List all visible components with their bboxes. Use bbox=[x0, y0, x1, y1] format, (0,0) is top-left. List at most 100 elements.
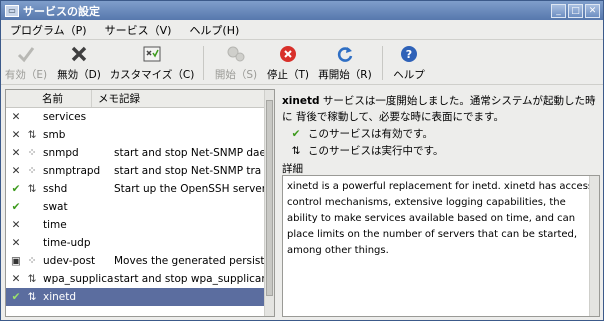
minimize-icon[interactable]: _ bbox=[551, 3, 566, 18]
details-text: xinetd is a powerful replacement for ine… bbox=[287, 181, 594, 256]
service-name-cell: time-udp bbox=[43, 237, 91, 249]
list-scrollbar-thumb[interactable] bbox=[266, 100, 273, 296]
close-icon[interactable]: ✕ bbox=[585, 3, 600, 18]
description-text: サービスは一度開始しました。通常システムが起動した時に 背後で稼動して、必要な時… bbox=[282, 95, 596, 123]
running-arrows-icon: ⇅ bbox=[27, 273, 37, 285]
running-arrows-icon: ⇅ bbox=[27, 183, 37, 195]
stop-icon bbox=[278, 44, 298, 64]
x-mark-icon: ✕ bbox=[11, 129, 21, 141]
service-name-cell: snmpd bbox=[43, 147, 79, 159]
service-name-cell: smb bbox=[43, 129, 66, 141]
refresh-icon bbox=[335, 44, 355, 64]
list-header: 名前 メモ記録 bbox=[6, 90, 274, 108]
column-header-name[interactable]: 名前 bbox=[6, 90, 92, 107]
maximize-icon[interactable]: □ bbox=[568, 3, 583, 18]
help-button[interactable]: ? ヘルプ bbox=[389, 41, 429, 85]
disable-button[interactable]: 無効（D) bbox=[51, 41, 107, 85]
service-name: xinetd bbox=[282, 95, 320, 107]
list-rows: ✕ services ✕ ⇅ smb ✕ ⁘ snmpd start and stop Net-… bbox=[6, 108, 274, 306]
list-scrollbar[interactable] bbox=[264, 90, 274, 316]
table-row[interactable]: ✕ ⇅ wpa_supplicantstart and stop wpa_suppl… bbox=[6, 270, 274, 288]
enabled-status-text: このサービスは有効です。 bbox=[308, 128, 433, 140]
details-scrollbar[interactable] bbox=[589, 176, 599, 316]
customize-icon: ▣ bbox=[11, 255, 21, 267]
enabled-status: ✔ このサービスは有効です。 bbox=[282, 125, 600, 142]
start-label: 開始（S) bbox=[214, 69, 258, 81]
table-row[interactable]: ✕ time-udp bbox=[6, 234, 274, 252]
details-text-box[interactable]: xinetd is a powerful replacement for ine… bbox=[282, 175, 600, 317]
x-mark-icon bbox=[69, 44, 89, 64]
help-label: ヘルプ bbox=[393, 69, 425, 81]
window-menu-icon[interactable]: ▭ bbox=[5, 4, 19, 17]
column-header-memo[interactable]: メモ記録 bbox=[92, 91, 140, 106]
help-icon: ? bbox=[399, 44, 419, 64]
service-description: xinetd サービスは一度開始しました。通常システムが起動した時に 背後で稼動… bbox=[282, 89, 600, 125]
service-name-cell: udev-post bbox=[43, 255, 96, 267]
menu-help[interactable]: ヘルプ(H) bbox=[180, 22, 248, 38]
pane-divider[interactable] bbox=[277, 89, 280, 317]
table-row[interactable]: ✕ ⇅ smb bbox=[6, 126, 274, 144]
running-arrows-icon: ⇅ bbox=[27, 129, 37, 141]
table-row[interactable]: ✕ ⁘ snmptrapd start and stop Net-SNMP tra bbox=[6, 162, 274, 180]
x-mark-icon: ✕ bbox=[11, 147, 21, 159]
svg-text:?: ? bbox=[406, 48, 412, 61]
table-row[interactable]: ✔ ⇅ xinetd bbox=[6, 288, 274, 306]
x-mark-icon: ✕ bbox=[11, 237, 21, 249]
running-arrows-icon: ⇅ bbox=[291, 144, 301, 157]
table-row[interactable]: ✕ ⁘ snmpd start and stop Net-SNMP dae bbox=[6, 144, 274, 162]
service-name-cell: xinetd bbox=[43, 291, 77, 303]
enable-label: 有効（E) bbox=[4, 69, 48, 81]
details-label: 詳細 bbox=[282, 163, 303, 175]
table-row[interactable]: ✔ ⇅ sshd Start up the OpenSSH server c bbox=[6, 180, 274, 198]
stopped-icon: ⁘ bbox=[27, 147, 37, 159]
start-button[interactable]: 開始（S) bbox=[210, 41, 262, 85]
x-mark-icon: ✕ bbox=[11, 219, 21, 231]
enable-button[interactable]: 有効（E) bbox=[1, 41, 51, 85]
service-name-cell: wpa_supplicant bbox=[43, 273, 114, 285]
customize-label: カスタマイズ（C) bbox=[109, 69, 195, 81]
service-list: 名前 メモ記録 ✕ services ✕ ⇅ smb ✕ ⁘ snmpd start and s… bbox=[5, 89, 275, 317]
service-memo-cell: start and stop Net-SNMP dae bbox=[114, 147, 266, 159]
running-status-text: このサービスは実行中です。 bbox=[308, 145, 444, 157]
checkmark-icon: ✔ bbox=[11, 291, 21, 303]
x-mark-icon: ✕ bbox=[11, 273, 21, 285]
checkmark-icon: ✔ bbox=[11, 201, 21, 213]
checkmark-icon: ✔ bbox=[291, 127, 301, 140]
running-arrows-icon: ⇅ bbox=[27, 291, 37, 303]
service-name-cell: snmptrapd bbox=[43, 165, 101, 177]
stopped-icon: ⁘ bbox=[27, 165, 37, 177]
customize-icon bbox=[142, 44, 162, 64]
toolbar: 有効（E) 無効（D) カスタマイズ（C) 開始（S) 停止（T) 再開始（R)… bbox=[1, 41, 603, 85]
service-memo-cell: start and stop wpa_supplicar bbox=[114, 273, 266, 285]
stop-button[interactable]: 停止（T) bbox=[262, 41, 314, 85]
customize-button[interactable]: カスタマイズ（C) bbox=[107, 41, 197, 85]
title-bar: ▭ サービスの設定 _ □ ✕ bbox=[1, 1, 603, 20]
service-name-cell: time bbox=[43, 219, 67, 231]
restart-button[interactable]: 再開始（R) bbox=[314, 41, 376, 85]
window-title: サービスの設定 bbox=[23, 4, 100, 18]
x-mark-icon: ✕ bbox=[11, 165, 21, 177]
service-memo-cell: Moves the generated persiste bbox=[114, 255, 271, 267]
x-mark-icon: ✕ bbox=[11, 111, 21, 123]
table-row[interactable]: ✔ swat bbox=[6, 198, 274, 216]
toolbar-separator bbox=[203, 46, 204, 80]
service-memo-cell: start and stop Net-SNMP tra bbox=[114, 165, 262, 177]
table-row[interactable]: ✕ services bbox=[6, 108, 274, 126]
menu-bar: プログラム（P) サービス（V) ヘルプ(H) bbox=[1, 20, 603, 40]
table-row[interactable]: ▣ ⁘ udev-post Moves the generated persiste bbox=[6, 252, 274, 270]
service-name-cell: sshd bbox=[43, 183, 68, 195]
gears-icon bbox=[226, 44, 246, 64]
restart-label: 再開始（R) bbox=[318, 69, 372, 81]
stopped-icon: ⁘ bbox=[27, 255, 37, 267]
toolbar-separator-2 bbox=[382, 46, 383, 80]
disable-label: 無効（D) bbox=[57, 69, 101, 81]
menu-service[interactable]: サービス（V) bbox=[96, 22, 181, 38]
running-status: ⇅ このサービスは実行中です。 bbox=[282, 142, 600, 159]
menu-program[interactable]: プログラム（P) bbox=[1, 22, 96, 38]
service-memo-cell: Start up the OpenSSH server c bbox=[114, 183, 274, 195]
detail-pane: xinetd サービスは一度開始しました。通常システムが起動した時に 背後で稼動… bbox=[282, 89, 600, 317]
services-config-window: ▭ サービスの設定 _ □ ✕ プログラム（P) サービス（V) ヘルプ(H) … bbox=[0, 0, 604, 321]
service-name-cell: swat bbox=[43, 201, 68, 213]
checkmark-icon: ✔ bbox=[11, 183, 21, 195]
table-row[interactable]: ✕ time bbox=[6, 216, 274, 234]
